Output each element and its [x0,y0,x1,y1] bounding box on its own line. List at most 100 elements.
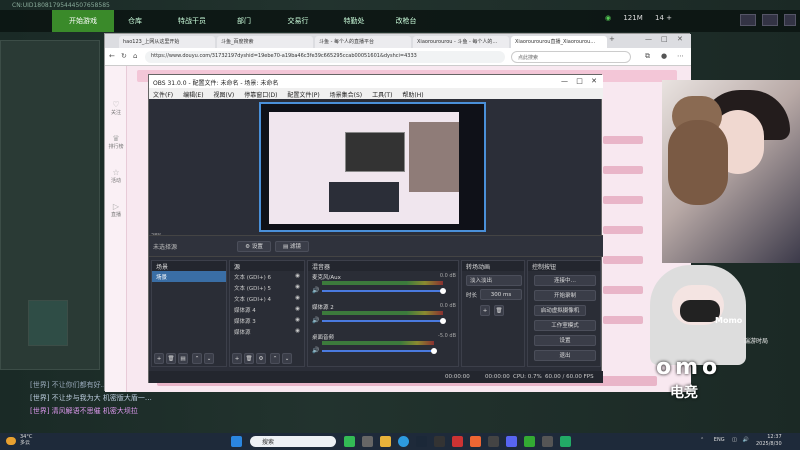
studio-mode-button[interactable]: 工作室模式 [534,320,596,331]
eye-icon[interactable]: ◉ [295,273,300,279]
back-icon[interactable]: ← [109,52,115,60]
browser-tab[interactable]: Xiaorourourou - 斗鱼 - 每个人的… [413,36,509,48]
browser-tab[interactable]: 斗鱼_百度搜索 [217,36,313,48]
maximize-icon[interactable]: □ [661,35,668,43]
source-item[interactable]: 媒体源 4 ◉ [230,304,304,315]
game-menu-icon[interactable] [740,14,756,26]
game-tab-start[interactable]: 开始游戏 [52,10,114,32]
add-source-button[interactable]: + [232,353,242,364]
weather[interactable]: 34°C 多云 [20,434,32,446]
remove-scene-button[interactable]: 🗑 [166,353,176,364]
volume-slider[interactable] [322,288,446,294]
eye-icon[interactable]: ◉ [295,328,300,334]
game-tab-special[interactable]: 特勤处 [332,10,376,32]
game-tab-department[interactable]: 部门 [226,10,262,32]
volume-slider-knob[interactable] [440,288,446,294]
game-close-icon[interactable] [784,14,796,26]
minimize-icon[interactable]: — [561,77,568,85]
network-icon[interactable]: ◫ [732,437,737,443]
steam-icon[interactable] [416,436,427,447]
duration-input[interactable]: 300 ms [480,289,522,300]
volume-slider[interactable] [322,318,446,324]
menu-docks[interactable]: 停靠窗口(D) [240,88,281,101]
eye-icon[interactable]: ◉ [295,317,300,323]
game-tab-warehouse[interactable]: 仓库 [114,10,156,32]
game-app-icon[interactable] [470,436,481,447]
menu-scene-collection[interactable]: 场景集合(S) [326,88,367,101]
eye-icon[interactable]: ◉ [295,306,300,312]
sidebar-item-live[interactable]: ▷ 直播 [107,202,125,218]
discord-icon[interactable] [506,436,517,447]
menu-help[interactable]: 帮助(H) [398,88,427,101]
source-down-button[interactable]: ⌄ [282,353,292,364]
source-item[interactable]: 文本 (GDI+) 6 ◉ [230,271,304,282]
source-item[interactable]: 媒体源 ◉ [230,326,304,337]
more-icon[interactable]: ⋯ [677,52,684,60]
wechat-icon[interactable] [524,436,535,447]
taskview-icon[interactable] [362,436,373,447]
delta-icon[interactable] [560,436,571,447]
obs-preview[interactable] [259,102,486,232]
speaker-icon[interactable]: 🔊 [312,317,319,324]
browser-tab[interactable]: 斗鱼 - 每个人的直播平台 [315,36,411,48]
stream-button[interactable]: 连接中… [534,275,596,286]
source-filters-button[interactable]: ▤ 滤镜 [275,241,309,252]
eye-icon[interactable]: ◉ [295,284,300,290]
game-settings-icon[interactable] [762,14,778,26]
volume-slider-knob[interactable] [440,318,446,324]
source-item[interactable]: 文本 (GDI+) 5 ◉ [230,282,304,293]
add-transition-button[interactable]: + [480,305,490,316]
app-icon[interactable] [344,436,355,447]
browser-tab-active[interactable]: Xiaorourourou直播_Xiaorourou… [511,36,607,48]
settings-app-icon[interactable] [542,436,553,447]
transition-select[interactable]: 淡入淡出 [466,275,522,286]
sidebar-item-activity[interactable]: ☆ 活动 [107,168,125,184]
speaker-icon[interactable]: 🔊 [312,287,319,294]
epic-icon[interactable] [434,436,445,447]
scene-item[interactable]: 场景 [152,271,226,282]
source-settings-button[interactable]: ⚙ 设置 [237,241,271,252]
scene-down-button[interactable]: ⌄ [204,353,214,364]
maximize-icon[interactable]: □ [576,77,583,85]
new-tab-icon[interactable]: + [609,35,615,43]
browser-tab[interactable]: hao123_上网从这里开始 [119,36,215,48]
close-icon[interactable]: ✕ [677,35,683,43]
sidebar-item-follow[interactable]: ♡ 关注 [107,100,125,116]
source-item[interactable]: 文本 (GDI+) 4 ◉ [230,293,304,304]
menu-edit[interactable]: 编辑(E) [179,88,207,101]
add-scene-button[interactable]: + [154,353,164,364]
remove-transition-button[interactable]: 🗑 [494,305,504,316]
volume-icon[interactable]: 🔊 [743,437,749,443]
profile-icon[interactable]: ● [661,52,667,60]
remove-source-button[interactable]: 🗑 [244,353,254,364]
home-icon[interactable]: ⌂ [133,52,137,60]
close-icon[interactable]: ✕ [591,77,597,85]
refresh-icon[interactable]: ↻ [121,52,127,60]
game-tab-market[interactable]: 交易行 [276,10,320,32]
browser-search-input[interactable]: 点此搜索 [511,51,631,63]
edge-icon[interactable] [398,436,409,447]
menu-profile[interactable]: 配置文件(P) [283,88,323,101]
game-tab-gunsmith[interactable]: 改枪台 [386,10,426,32]
eye-icon[interactable]: ◉ [295,295,300,301]
language-indicator[interactable]: ENG [714,437,725,443]
sidebar-item-rank[interactable]: ♛ 排行榜 [107,134,125,150]
tray-expand-icon[interactable]: ⌃ [700,437,704,443]
source-properties-button[interactable]: ⚙ [256,353,266,364]
start-icon[interactable] [231,436,242,447]
menu-view[interactable]: 视图(V) [209,88,238,101]
taskbar-search[interactable]: 搜索 [250,436,336,447]
volume-slider-knob[interactable] [431,348,437,354]
explorer-icon[interactable] [380,436,391,447]
clock[interactable]: 12:37 2025/8/30 [756,434,782,448]
source-up-button[interactable]: ⌃ [270,353,280,364]
speaker-icon[interactable]: 🔊 [312,347,319,354]
virtual-camera-button[interactable]: 启动虚拟摄像机 [534,305,586,316]
scene-up-button[interactable]: ⌃ [192,353,202,364]
source-item[interactable]: 媒体源 3 ◉ [230,315,304,326]
game-tab-operators[interactable]: 特战干员 [166,10,218,32]
url-input[interactable]: https://www.douyu.com/31732197dyshid=19e… [145,51,505,63]
volume-slider[interactable] [322,348,437,354]
obs-icon[interactable] [488,436,499,447]
settings-button[interactable]: 设置 [534,335,596,346]
